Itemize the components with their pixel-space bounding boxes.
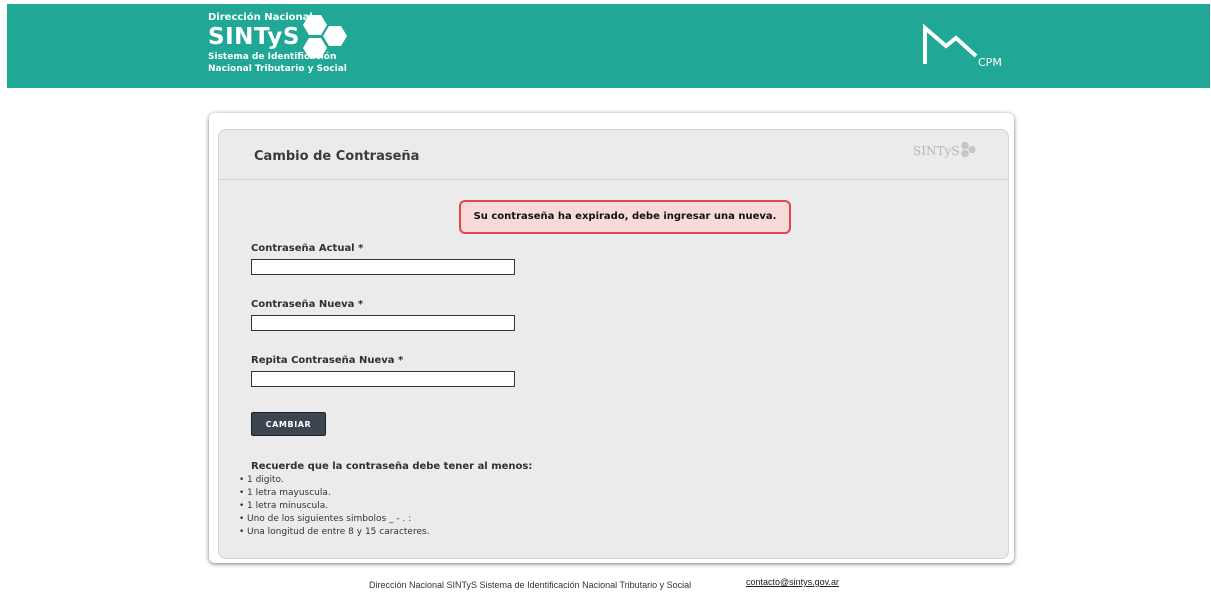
new-password-input[interactable] <box>251 315 515 331</box>
logo-sub-line-2: Nacional Tributario y Social <box>208 64 347 74</box>
rule-item: Una longitud de entre 8 y 15 caracteres. <box>239 526 430 539</box>
expired-password-alert: Su contraseña ha expirado, debe ingresar… <box>459 200 791 234</box>
mini-hexagons-icon <box>961 142 976 157</box>
rule-item: 1 letra mayuscula. <box>239 487 430 500</box>
current-password-input[interactable] <box>251 259 515 275</box>
contact-email-link[interactable]: contacto@sintys.gov.ar <box>746 577 839 587</box>
change-password-button[interactable]: CAMBIAR <box>251 412 326 436</box>
password-change-panel: Cambio de Contraseña SINTyS Su contraseñ… <box>218 129 1009 559</box>
password-rules-list: 1 digito. 1 letra mayuscula. 1 letra min… <box>239 474 430 539</box>
password-rules-title: Recuerde que la contraseña debe tener al… <box>251 461 533 472</box>
header-banner: Dirección Nacional SINTyS Sistema de Ide… <box>7 4 1210 88</box>
mini-logo-name: SINTyS <box>913 144 960 158</box>
page-title: Cambio de Contraseña <box>254 149 420 164</box>
hexagons-logo-icon <box>303 15 347 58</box>
rule-item: 1 digito. <box>239 474 430 487</box>
cpm-label: CPM <box>978 56 1002 69</box>
cpm-logo-icon <box>923 24 978 64</box>
new-password-label: Contraseña Nueva * <box>251 299 364 310</box>
repeat-password-label: Repita Contraseña Nueva * <box>251 355 404 366</box>
repeat-password-input[interactable] <box>251 371 515 387</box>
current-password-label: Contraseña Actual * <box>251 243 364 254</box>
rule-item: 1 letra minuscula. <box>239 500 430 513</box>
footer-text: Dirección Nacional SINTyS Sistema de Ide… <box>369 580 692 590</box>
panel-header: Cambio de Contraseña SINTyS <box>219 130 1008 180</box>
rule-item: Uno de los siguientes simbolos _ - . : <box>239 513 430 526</box>
form-card: Cambio de Contraseña SINTyS Su contraseñ… <box>209 113 1014 563</box>
